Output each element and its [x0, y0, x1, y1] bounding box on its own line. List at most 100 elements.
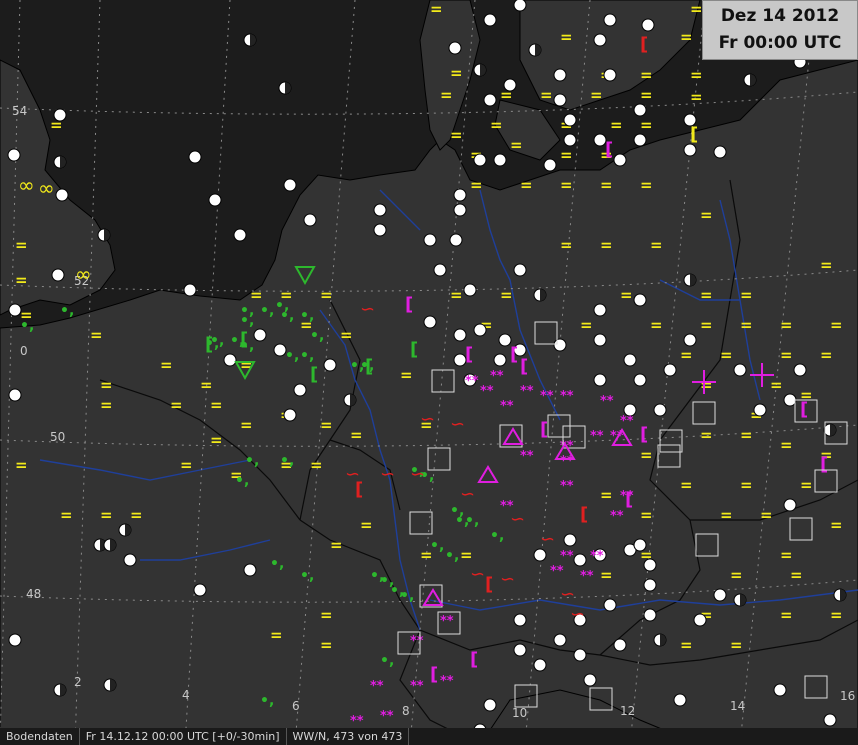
drizzle-symbol: •,	[300, 568, 314, 584]
fog-symbol: =	[780, 316, 793, 334]
station-circle	[653, 403, 667, 417]
station-circle	[453, 328, 467, 342]
fog-symbol: =	[450, 126, 463, 144]
drizzle-symbol: •,	[445, 548, 459, 564]
station-circle	[633, 373, 647, 387]
station-circle	[123, 553, 137, 567]
fog-symbol: =	[640, 446, 653, 464]
station-circle	[533, 548, 547, 562]
haze-symbol: ∞	[75, 262, 92, 286]
snow-symbol: **	[610, 509, 624, 524]
drizzle-symbol: •,	[430, 538, 444, 554]
station-circle	[563, 533, 577, 547]
drizzle-symbol: •,	[310, 328, 324, 344]
precip-bracket-symbol: [	[820, 454, 828, 475]
station-circle	[253, 328, 267, 342]
fog-symbol: =	[740, 426, 753, 444]
fog-symbol: =	[780, 346, 793, 364]
fog-symbol: =	[640, 176, 653, 194]
drizzle-symbol: •,	[260, 303, 274, 319]
station-circle	[188, 150, 202, 164]
drizzle-symbol: •,	[20, 318, 34, 334]
fog-symbol: =	[680, 346, 693, 364]
snow-symbol: **	[560, 479, 574, 494]
status-bar: Bodendaten Fr 14.12.12 00:00 UTC [+0/-30…	[0, 728, 858, 745]
fog-symbol: =	[560, 146, 573, 164]
station-circle	[493, 353, 507, 367]
fog-symbol: =	[720, 346, 733, 364]
snow-symbol: **	[590, 429, 604, 444]
fog-symbol: =	[15, 236, 28, 254]
snow-symbol: **	[590, 549, 604, 564]
fog-symbol: =	[210, 396, 223, 414]
station-circle	[453, 203, 467, 217]
fog-symbol: =	[350, 426, 363, 444]
precip-bracket-symbol: [	[605, 139, 613, 160]
station-circle	[513, 613, 527, 627]
station-circle	[593, 333, 607, 347]
fog-symbol: =	[700, 316, 713, 334]
fog-symbol: =	[740, 316, 753, 334]
station-circle	[773, 683, 787, 697]
lon-label-2: 2	[74, 675, 82, 689]
freezing-rain-symbol: ∽	[410, 464, 425, 485]
station-circle	[643, 608, 657, 622]
fog-symbol: =	[180, 456, 193, 474]
station-circle	[573, 553, 587, 567]
snow-symbol: **	[580, 569, 594, 584]
fog-symbol: =	[640, 116, 653, 134]
precip-bracket-symbol: [	[520, 356, 528, 377]
lon-label-16: 16	[840, 689, 855, 703]
drizzle-symbol: •,	[465, 513, 479, 529]
fog-symbol: =	[360, 516, 373, 534]
station-circle	[513, 643, 527, 657]
lon-label-14: 14	[730, 699, 745, 713]
fog-symbol: =	[640, 506, 653, 524]
fog-symbol: =	[560, 28, 573, 46]
fog-symbol: =	[700, 376, 713, 394]
fog-symbol: =	[780, 546, 793, 564]
station-circle	[643, 578, 657, 592]
station-circle	[193, 583, 207, 597]
snow-symbol: **	[380, 709, 394, 724]
station-circle	[663, 363, 677, 377]
fog-symbol: =	[450, 64, 463, 82]
fog-symbol: =	[15, 271, 28, 289]
fog-symbol: =	[590, 86, 603, 104]
fog-symbol: =	[830, 606, 843, 624]
drizzle-symbol: •,	[245, 453, 259, 469]
fog-symbol: =	[560, 176, 573, 194]
station-circle	[783, 498, 797, 512]
precip-bracket-symbol: [	[205, 334, 213, 355]
snow-symbol: **	[620, 414, 634, 429]
snow-symbol: **	[465, 374, 479, 389]
snow-symbol: **	[440, 674, 454, 689]
station-circle	[283, 178, 297, 192]
station-circle	[433, 263, 447, 277]
snow-symbol: **	[500, 399, 514, 414]
fog-symbol: =	[770, 376, 783, 394]
fog-symbol: =	[690, 88, 703, 106]
lon-label-8: 8	[402, 704, 410, 718]
fog-symbol: =	[700, 206, 713, 224]
precip-bracket-symbol: [	[310, 364, 318, 385]
station-circle	[373, 203, 387, 217]
fog-symbol: =	[700, 426, 713, 444]
precip-bracket-symbol: [	[430, 664, 438, 685]
fog-symbol: =	[560, 236, 573, 254]
station-circle	[503, 78, 517, 92]
drizzle-symbol: •,	[260, 693, 274, 709]
station-circle	[423, 233, 437, 247]
drizzle-symbol: •,	[240, 303, 254, 319]
station-circle	[243, 563, 257, 577]
snow-symbol: **	[540, 389, 554, 404]
station-circle	[53, 108, 67, 122]
station-circle	[673, 693, 687, 707]
fog-symbol: =	[15, 456, 28, 474]
lon-label-6: 6	[292, 699, 300, 713]
fog-symbol: =	[100, 506, 113, 524]
fog-symbol: =	[830, 316, 843, 334]
fog-symbol: =	[320, 606, 333, 624]
precip-bracket-symbol: [	[470, 649, 478, 670]
fog-symbol: =	[320, 636, 333, 654]
